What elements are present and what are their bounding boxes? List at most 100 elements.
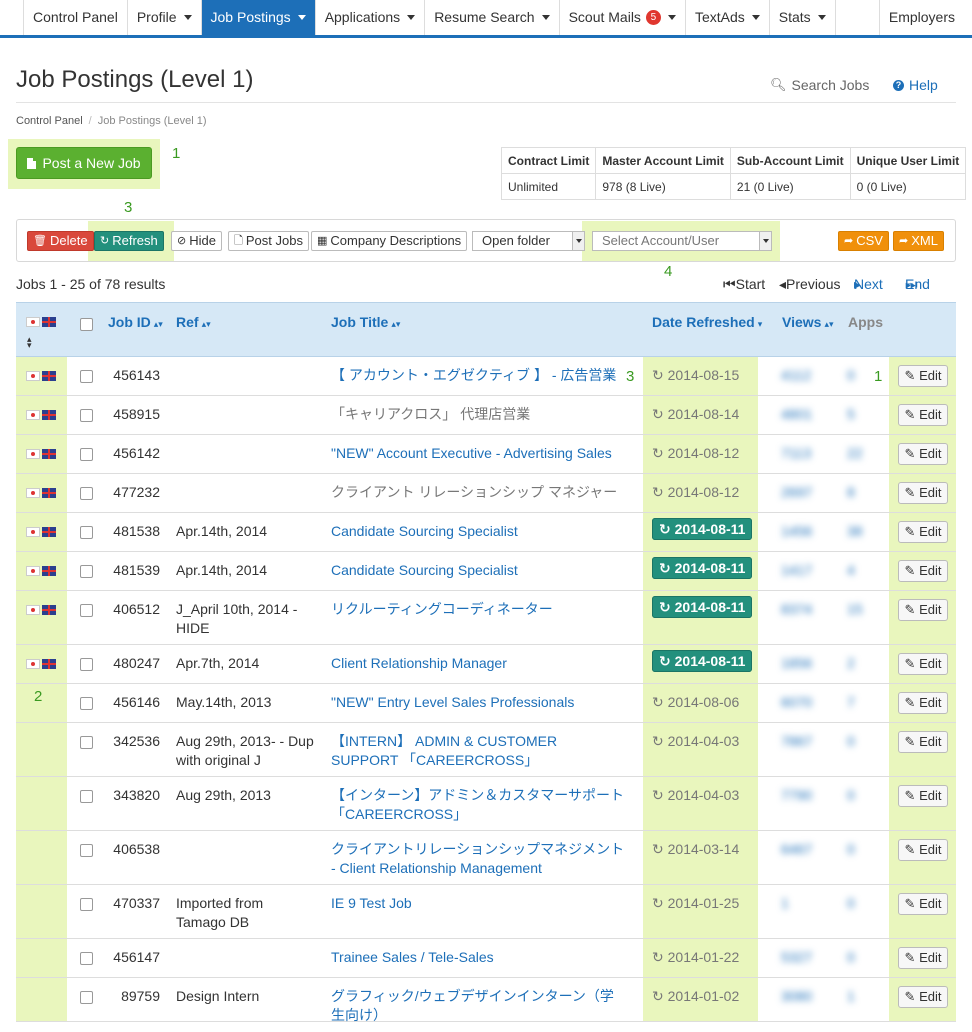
edit-button[interactable]: ✎ Edit — [898, 692, 948, 714]
apps-count[interactable]: 15 — [847, 601, 863, 617]
job-title[interactable]: クライアントリレーションシップマネジメント - Client Relations… — [331, 840, 626, 878]
edit-button[interactable]: ✎ Edit — [898, 731, 948, 753]
nav-item-employers[interactable]: Employers — [878, 0, 972, 35]
edit-button[interactable]: ✎ Edit — [898, 986, 948, 1008]
refresh-button[interactable]: ↻ Refresh — [94, 231, 164, 251]
nav-item-control-panel[interactable]: Control Panel — [23, 0, 128, 35]
job-title[interactable]: 【 アカウント・エグゼクティブ 】 - 広告営業 — [331, 366, 626, 385]
nav-item-textads[interactable]: TextAds — [686, 0, 770, 35]
apps-count[interactable]: 0 — [847, 733, 855, 749]
select-account-user[interactable]: Select Account/User — [592, 231, 772, 251]
nav-item-scout-mails[interactable]: Scout Mails 5 — [560, 0, 686, 35]
views-count[interactable]: 7113 — [781, 445, 811, 461]
open-folder-select[interactable]: Open folder — [472, 231, 585, 251]
apps-count[interactable]: 2 — [847, 655, 855, 671]
xml-button[interactable]: ➦ XML — [893, 231, 944, 251]
job-title[interactable]: "NEW" Account Executive - Advertising Sa… — [331, 444, 626, 463]
edit-button[interactable]: ✎ Edit — [898, 653, 948, 675]
job-title[interactable]: リクルーティングコーディネーター — [331, 600, 626, 619]
pager-previous[interactable]: ◂ Previous — [779, 276, 841, 293]
col-views[interactable]: Views ▴▾ — [782, 314, 833, 330]
views-count[interactable]: 4112 — [781, 367, 811, 383]
nav-item-label: Control Panel — [33, 9, 118, 25]
views-count[interactable]: 1856 — [781, 655, 812, 671]
apps-count[interactable]: 8 — [847, 484, 855, 500]
post-jobs-button[interactable]: 🗋︎ Post Jobs — [228, 231, 309, 251]
views-count[interactable]: 3080 — [781, 988, 812, 1004]
help-link[interactable]: ? Help — [893, 77, 938, 93]
edit-button[interactable]: ✎ Edit — [898, 365, 948, 387]
views-count[interactable]: 6467 — [781, 841, 812, 857]
views-count[interactable]: 1 — [781, 895, 789, 911]
views-count[interactable]: 6070 — [781, 694, 812, 710]
sort-icon[interactable]: ▾ — [27, 340, 32, 351]
apps-count[interactable]: 0 — [847, 949, 855, 965]
job-title[interactable]: 【インターン】アドミン＆カスタマーサポート 「CAREERCROSS」 — [331, 786, 626, 824]
col-ref[interactable]: Ref ▴▾ — [176, 314, 211, 330]
pager-next[interactable]: Next ▸ — [854, 276, 883, 293]
hide-button[interactable]: ⊘ Hide — [171, 231, 222, 251]
job-title[interactable]: Client Relationship Manager — [331, 654, 626, 673]
edit-button[interactable]: ✎ Edit — [898, 443, 948, 465]
views-count[interactable]: 4801 — [781, 406, 812, 422]
views-count[interactable]: 5327 — [781, 949, 812, 965]
edit-button[interactable]: ✎ Edit — [898, 560, 948, 582]
job-title[interactable]: "NEW" Entry Level Sales Professionals — [331, 693, 626, 712]
job-title[interactable]: Candidate Sourcing Specialist — [331, 561, 626, 580]
csv-button[interactable]: ➦ CSV — [838, 231, 889, 251]
apps-count[interactable]: 22 — [847, 445, 863, 461]
job-ref: J_April 10th, 2014 - HIDE — [176, 601, 298, 636]
apps-count[interactable]: 5 — [847, 406, 855, 422]
col-job-title[interactable]: Job Title ▴▾ — [331, 314, 400, 330]
job-title[interactable]: グラフィック/ウェブデザインインターン（学生向け） — [331, 987, 626, 1025]
nav-item-stats[interactable]: Stats — [770, 0, 836, 35]
post-new-job-button[interactable]: Post a New Job — [16, 147, 152, 179]
edit-button[interactable]: ✎ Edit — [898, 482, 948, 504]
nav-item-job-postings[interactable]: Job Postings — [201, 0, 316, 35]
company-descriptions-button[interactable]: ▦ Company Descriptions — [311, 231, 468, 251]
edit-button[interactable]: ✎ Edit — [898, 785, 948, 807]
nav-item-profile[interactable]: Profile — [128, 0, 202, 35]
date-refreshed: ↻ 2014-08-15 — [652, 367, 740, 383]
refresh-icon: ↻ — [659, 560, 671, 576]
edit-button[interactable]: ✎ Edit — [898, 893, 948, 915]
edit-button[interactable]: ✎ Edit — [898, 521, 948, 543]
delete-button[interactable]: 🗑︎ Delete — [27, 231, 94, 251]
job-title[interactable]: 【INTERN】 ADMIN & CUSTOMER SUPPORT 「CAREE… — [331, 732, 626, 770]
nav-item-label: Profile — [136, 9, 177, 25]
table-row: 89759 Design Intern グラフィック/ウェブデザインインターン（学生… — [16, 978, 956, 1025]
apps-count[interactable]: 0 — [847, 895, 855, 911]
edit-button[interactable]: ✎ Edit — [898, 839, 948, 861]
job-title[interactable]: Trainee Sales / Tele-Sales — [331, 948, 626, 967]
breadcrumb-root[interactable]: Control Panel — [16, 115, 83, 127]
edit-button[interactable]: ✎ Edit — [898, 599, 948, 621]
date-refreshed: ↻ 2014-08-12 — [652, 445, 740, 461]
views-count[interactable]: 7790 — [781, 787, 812, 803]
edit-button[interactable]: ✎ Edit — [898, 947, 948, 969]
apps-count[interactable]: 38 — [847, 523, 863, 539]
nav-item-applications[interactable]: Applications — [316, 0, 426, 35]
pager-start[interactable]: ⏮︎ Start — [723, 276, 765, 293]
table-row: 480247 Apr.7th, 2014 Client Relationship M… — [16, 645, 956, 684]
job-title[interactable]: Candidate Sourcing Specialist — [331, 522, 626, 541]
apps-count[interactable]: 0 — [847, 787, 855, 803]
search-jobs-link[interactable]: 🔍︎ Search Jobs — [770, 77, 869, 93]
apps-count[interactable]: 0 — [847, 367, 855, 383]
edit-button[interactable]: ✎ Edit — [898, 404, 948, 426]
col-date-refreshed[interactable]: Date Refreshed ▾ — [652, 314, 762, 330]
views-count[interactable]: 2697 — [781, 484, 812, 500]
col-job-id[interactable]: Job ID ▴▾ — [108, 314, 163, 330]
job-title[interactable]: IE 9 Test Job — [331, 894, 626, 913]
views-count[interactable]: 1417 — [781, 562, 812, 578]
language-flags-header[interactable] — [26, 317, 56, 327]
apps-count[interactable]: 0 — [847, 841, 855, 857]
views-count[interactable]: 8374 — [781, 601, 812, 617]
views-count[interactable]: 1456 — [781, 523, 812, 539]
apps-count[interactable]: 1 — [847, 988, 855, 1004]
select-all-checkbox[interactable] — [80, 318, 93, 331]
pager-end[interactable]: End ⏭︎ — [905, 276, 930, 293]
views-count[interactable]: 7867 — [781, 733, 812, 749]
apps-count[interactable]: 4 — [847, 562, 855, 578]
apps-count[interactable]: 7 — [847, 694, 855, 710]
nav-item-resume-search[interactable]: Resume Search — [425, 0, 560, 35]
